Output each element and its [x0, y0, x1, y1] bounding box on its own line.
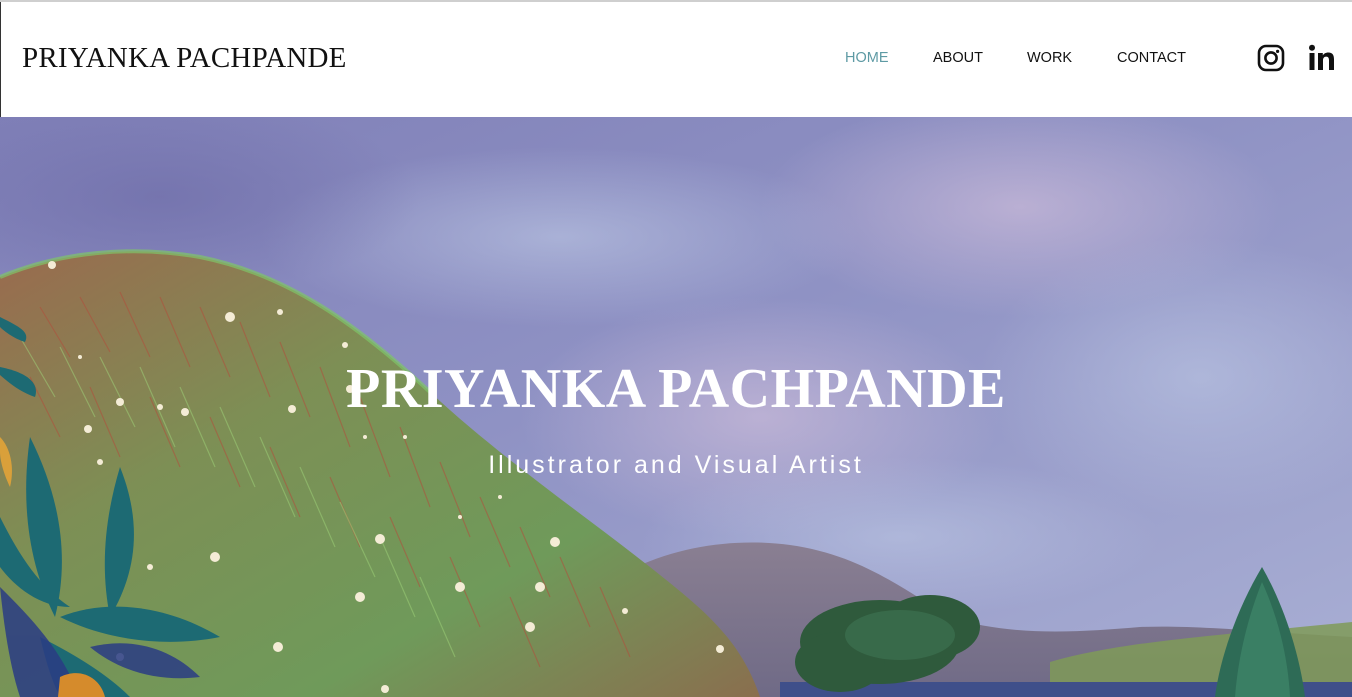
hero-subtitle: Illustrator and Visual Artist: [488, 451, 864, 479]
instagram-icon[interactable]: [1257, 44, 1285, 72]
nav-home[interactable]: HOME: [845, 50, 889, 66]
nav-contact[interactable]: CONTACT: [1117, 50, 1186, 66]
hero-section: PRIYANKA PACHPANDE Illustrator and Visua…: [0, 117, 1352, 697]
linkedin-icon[interactable]: [1308, 44, 1336, 72]
nav-work[interactable]: WORK: [1027, 50, 1072, 66]
hero-title: PRIYANKA PACHPANDE: [0, 357, 1352, 421]
site-logo-text[interactable]: PRIYANKA PACHPANDE: [22, 42, 347, 75]
hero-title-text: PRIYANKA PACHPANDE: [346, 358, 1006, 420]
nav-about[interactable]: ABOUT: [933, 50, 983, 66]
site-header: PRIYANKA PACHPANDE HOME ABOUT WORK CONTA…: [0, 2, 1352, 117]
left-border: [0, 2, 1, 117]
